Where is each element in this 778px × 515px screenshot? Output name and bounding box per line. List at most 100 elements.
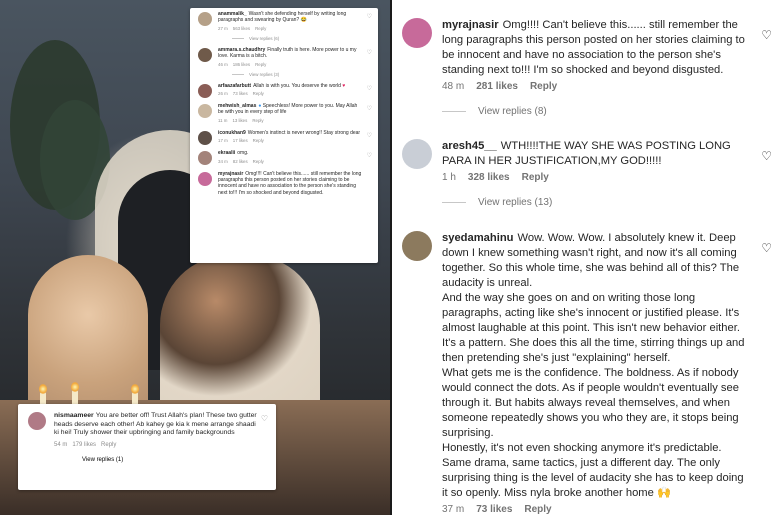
reply-link[interactable]: Reply <box>530 81 557 92</box>
view-replies-label[interactable]: View replies (6) <box>249 36 279 41</box>
heart-icon[interactable]: ♡ <box>367 105 372 112</box>
avatar[interactable] <box>28 412 46 430</box>
comment-item: myrajnasir Omg!!!! Can't believe this....… <box>196 171 372 197</box>
comment-item: arfaazafarbutt Allah is with you. You des… <box>196 82 372 98</box>
avatar[interactable] <box>198 12 212 26</box>
comment-username[interactable]: arfaazafarbutt <box>218 83 251 89</box>
comment-paragraph: Honestly, it's not even shocking anymore… <box>442 442 744 499</box>
avatar[interactable] <box>198 83 212 98</box>
view-replies-label[interactable]: View replies (13) <box>478 197 552 208</box>
comment-item: myrajnasir Omg!!!! Can't believe this....… <box>402 18 772 117</box>
comment-username[interactable]: ammara.s.chaudhry <box>218 47 265 53</box>
comment-time: 37 m <box>442 504 465 515</box>
red-heart-emoji-icon: ♥ <box>342 82 346 89</box>
candle-flame <box>39 384 47 394</box>
verified-badge-icon: ● <box>258 103 262 110</box>
comment-item: anammalik_ Wasn't she defending herself b… <box>196 11 372 41</box>
comment-time: 26 m <box>218 91 228 97</box>
candle-flame <box>131 384 139 394</box>
reply-link[interactable]: Reply <box>255 26 266 31</box>
comment-item: ekraalii omg. 34 m 82 likes Reply ♡ <box>196 150 372 166</box>
comment-text: omg. <box>237 150 249 157</box>
comment-body: aresh45__ WTH!!!!THE WAY SHE WAS POSTING … <box>442 139 752 169</box>
comment-item: iconukhan9 Women's instinct is never wron… <box>196 129 372 145</box>
heart-icon[interactable]: ♡ <box>261 414 268 423</box>
heart-icon[interactable]: ♡ <box>367 13 372 20</box>
reply-link[interactable]: Reply <box>522 172 549 183</box>
reply-link[interactable]: Reply <box>524 504 551 515</box>
candle-flame <box>71 382 79 392</box>
comment-username[interactable]: mehwish_almas <box>218 103 256 109</box>
view-replies-label[interactable]: View replies (1) <box>82 457 123 463</box>
comments-overlay-card: anammalik_ Wasn't she defending herself b… <box>190 8 378 263</box>
heart-icon[interactable]: ♡ <box>367 85 372 92</box>
heart-icon[interactable]: ♡ <box>367 132 372 139</box>
reply-link[interactable]: Reply <box>255 62 266 67</box>
avatar[interactable] <box>198 151 212 166</box>
divider-line <box>442 111 466 112</box>
view-replies[interactable]: View replies (8) <box>442 106 772 117</box>
comment-likes[interactable]: 73 likes <box>233 91 248 96</box>
comment-time: 17 m <box>218 138 228 144</box>
comment-item: mehwish_almas ● Speechless! More power to… <box>196 103 372 123</box>
comment-item: syedamahinu Wow. Wow. Wow. I absolutely k… <box>402 231 772 515</box>
comment-likes[interactable]: 328 likes <box>468 172 510 183</box>
comment-likes[interactable]: 179 likes <box>72 442 96 448</box>
comment-item: ammara.s.chaudhry Finally truth is here. … <box>196 47 372 77</box>
comment-likes[interactable]: 186 likes <box>233 62 250 67</box>
divider-line <box>442 202 466 203</box>
avatar[interactable] <box>198 104 212 119</box>
comment-username[interactable]: nismaameer <box>54 412 94 419</box>
comment-time: 34 m <box>218 158 228 164</box>
comment-likes[interactable]: 82 likes <box>233 159 248 164</box>
comment-time: 46 m <box>218 61 228 67</box>
view-replies[interactable]: View replies (13) <box>442 197 772 208</box>
avatar[interactable] <box>402 18 432 48</box>
avatar[interactable] <box>198 171 212 186</box>
view-replies[interactable]: View replies (1) <box>54 457 268 463</box>
comment-likes[interactable]: 73 likes <box>476 504 512 515</box>
comment-likes[interactable]: 563 likes <box>233 26 250 31</box>
comment-username[interactable]: myrajnasir <box>442 19 499 31</box>
divider-line <box>232 37 244 39</box>
comment-likes[interactable]: 13 likes <box>232 118 247 123</box>
comment-username[interactable]: syedamahinu <box>442 232 514 244</box>
heart-icon[interactable]: ♡ <box>761 149 772 163</box>
comment-time: 48 m <box>442 81 465 92</box>
avatar[interactable] <box>402 231 432 261</box>
comment-paragraph: What gets me is the confidence. The bold… <box>442 367 739 439</box>
reply-link[interactable]: Reply <box>253 138 264 143</box>
avatar[interactable] <box>198 47 212 62</box>
heart-icon[interactable]: ♡ <box>761 241 772 255</box>
comment-username[interactable]: iconukhan9 <box>218 130 246 136</box>
comment-likes[interactable]: 281 likes <box>476 81 518 92</box>
heart-icon[interactable]: ♡ <box>367 49 372 56</box>
avatar[interactable] <box>402 139 432 169</box>
view-replies-label[interactable]: View replies (3) <box>249 72 279 77</box>
comment-meta: 37 m 73 likes Reply <box>442 504 772 515</box>
photo-panel: anammalik_ Wasn't she defending herself b… <box>0 0 390 515</box>
view-replies-label[interactable]: View replies (8) <box>478 106 547 117</box>
comment-likes[interactable]: 17 likes <box>233 138 248 143</box>
comment-username[interactable]: myrajnasir <box>218 171 243 177</box>
comment-body: myrajnasir Omg!!!! Can't believe this....… <box>442 18 752 78</box>
heart-icon[interactable]: ♡ <box>367 152 372 159</box>
comment-time: 27 m <box>218 25 228 31</box>
comment-username[interactable]: ekraalii <box>218 150 235 156</box>
comment-time: 54 m <box>54 441 68 448</box>
avatar[interactable] <box>198 130 212 145</box>
comment-text: Women's instinct is never wrong!! Stay s… <box>247 129 361 136</box>
reply-link[interactable]: Reply <box>252 118 263 123</box>
reply-link[interactable]: Reply <box>253 91 264 96</box>
comment-username[interactable]: aresh45__ <box>442 140 497 152</box>
comment-time: 11 m <box>218 117 228 123</box>
comment-item: nismaameer You are better off! Trust Alla… <box>26 412 268 448</box>
heart-icon[interactable]: ♡ <box>761 28 772 42</box>
reply-link[interactable]: Reply <box>101 442 116 448</box>
view-replies[interactable]: View replies (6) <box>232 36 362 41</box>
comment-overlay-card: nismaameer You are better off! Trust Alla… <box>18 404 276 490</box>
comment-body: syedamahinu Wow. Wow. Wow. I absolutely k… <box>442 231 752 501</box>
view-replies[interactable]: View replies (3) <box>232 72 362 77</box>
comment-meta: 1 h 328 likes Reply <box>442 172 772 183</box>
reply-link[interactable]: Reply <box>253 159 264 164</box>
